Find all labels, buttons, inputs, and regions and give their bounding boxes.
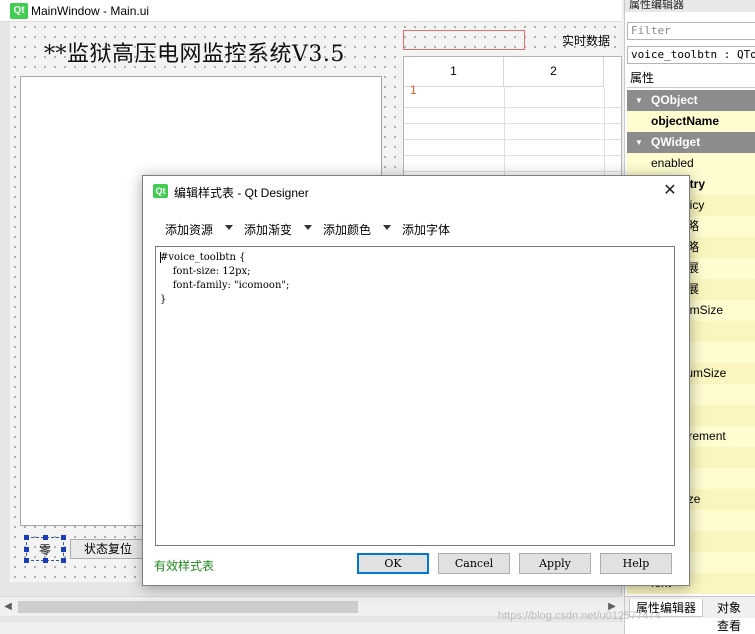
close-icon[interactable]: ✕ [659,180,681,202]
table-row-header: 1 [410,83,417,97]
realtime-data-label[interactable]: 实时数据 [562,32,610,49]
form-title-label[interactable]: **监狱高压电网监控系统V3.5 [44,36,345,68]
red-frame-widget[interactable] [403,30,525,50]
selection-handle[interactable] [43,535,48,540]
table-row-divider [404,123,621,124]
table-header-col-2[interactable]: 2 [504,57,604,87]
selection-handle[interactable] [61,547,66,552]
code-line: } [160,294,167,305]
toolbutton-text: 零 [39,543,52,557]
add-font-menu[interactable]: 添加字体 [402,221,450,238]
tab-object-inspector[interactable]: 对象查看器 [711,599,755,633]
main-title-bar: Qt MainWindow - Main.ui [0,0,622,22]
selection-handle[interactable] [24,547,29,552]
status-reset-button[interactable]: 状态复位 [70,539,146,559]
cancel-button[interactable]: Cancel [438,553,510,574]
table-header-col-1[interactable]: 1 [404,57,504,87]
property-group-row[interactable]: QWidget [627,132,755,153]
property-filter-input[interactable]: Filter [627,22,755,40]
ok-button[interactable]: OK [357,553,429,574]
data-table[interactable]: 1 2 1 [403,56,622,186]
table-row-divider [404,171,621,172]
main-window-title: MainWindow - Main.ui [31,4,150,18]
property-group-row[interactable]: QObject [627,90,755,111]
selection-handle[interactable] [61,558,66,563]
watermark-text: https://blog.csdn.net/u012577474 [498,610,661,622]
chevron-down-icon[interactable] [225,225,233,230]
code-line: font-family: "icomoon"; [160,280,290,291]
add-resource-menu[interactable]: 添加资源 [165,221,213,238]
scrollbar-thumb[interactable] [18,601,358,613]
selection-handle[interactable] [43,558,48,563]
property-object-label: voice_toolbtn : QToolB [627,46,755,64]
table-row-divider [404,139,621,140]
apply-button[interactable]: Apply [519,553,591,574]
stylesheet-valid-status: 有效样式表 [154,559,215,573]
property-row[interactable]: enabled [627,153,755,174]
help-button[interactable]: Help [600,553,672,574]
table-row-divider [404,107,621,108]
dialog-title-bar: Qt 编辑样式表 - Qt Designer ✕ [143,176,689,206]
add-gradient-menu[interactable]: 添加渐变 [244,221,292,238]
qt-logo-icon: Qt [10,3,28,19]
chevron-down-icon[interactable] [383,225,391,230]
dialog-title: 编辑样式表 - Qt Designer [174,186,309,200]
scroll-left-icon[interactable]: ◀ [0,597,16,617]
property-editor-header: 属性编辑器 [625,0,755,12]
property-column-header: 属性 [627,68,755,88]
stylesheet-dialog: Qt 编辑样式表 - Qt Designer ✕ 添加资源 添加渐变 添加颜色 … [142,175,690,586]
chevron-down-icon[interactable] [304,225,312,230]
selection-handle[interactable] [61,535,66,540]
table-row-divider [404,155,621,156]
code-line: font-size: 12px; [160,266,251,277]
code-line: #voice_toolbtn { [160,252,246,263]
stylesheet-editor[interactable]: #voice_toolbtn { font-size: 12px; font-f… [155,246,675,546]
qt-logo-icon: Qt [153,184,168,198]
voice-toolbutton[interactable]: 零 [24,535,66,563]
selection-handle[interactable] [24,535,29,540]
selection-handle[interactable] [24,558,29,563]
property-row[interactable]: objectName [627,111,755,132]
add-color-menu[interactable]: 添加颜色 [323,221,371,238]
